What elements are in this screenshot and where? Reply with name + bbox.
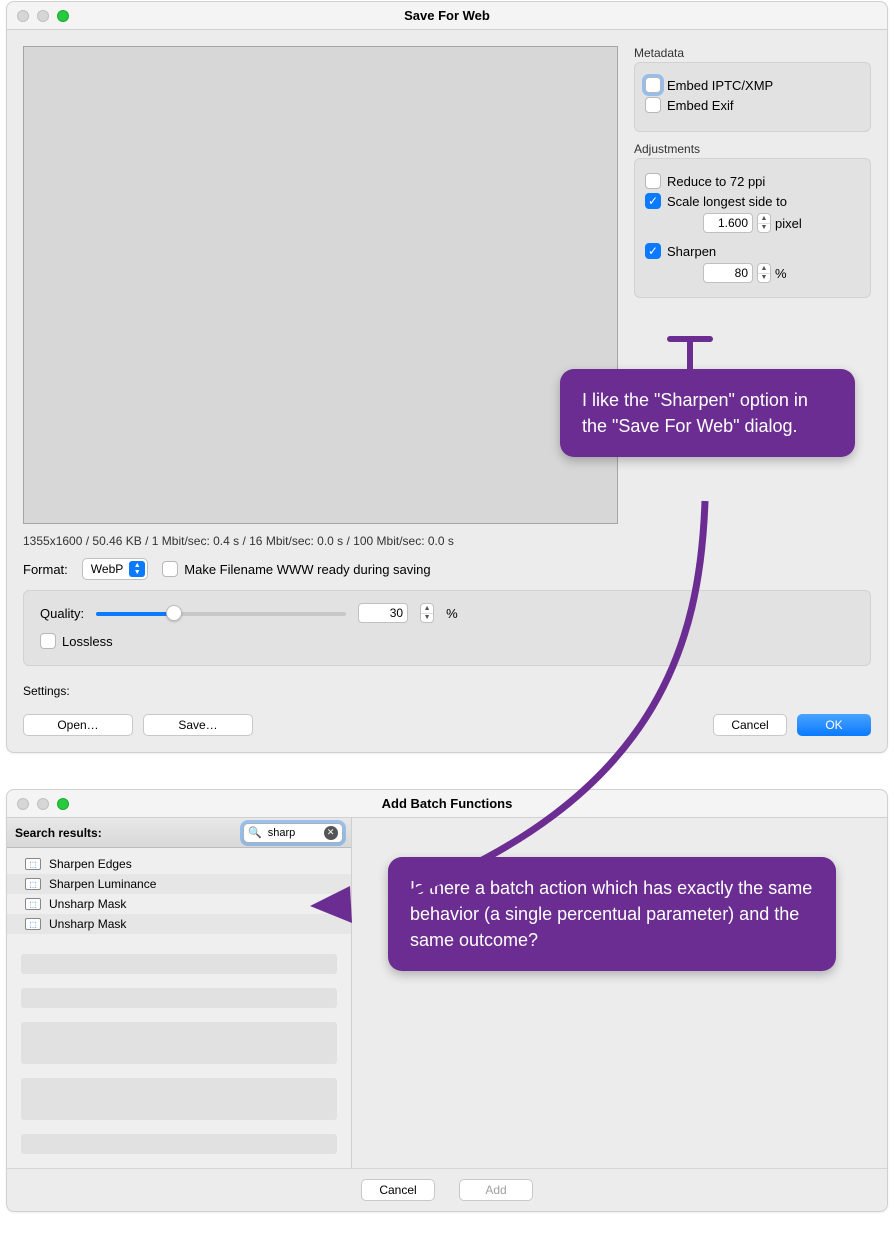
add-batch-functions-window: Add Batch Functions Search results: 🔍 ✕ … <box>6 789 888 1212</box>
placeholder <box>21 988 337 1008</box>
action-icon: ⬚ <box>25 858 41 870</box>
add-button[interactable]: Add <box>459 1179 533 1201</box>
annotation-2: Is there a batch action which has exactl… <box>388 857 836 971</box>
list-item[interactable]: ⬚Sharpen Edges <box>7 854 351 874</box>
www-ready-checkbox[interactable] <box>162 561 178 577</box>
settings-label: Settings: <box>23 684 871 698</box>
scale-unit: pixel <box>775 216 802 231</box>
adjustments-panel: Reduce to 72 ppi ✓ Scale longest side to… <box>634 158 871 298</box>
quality-stepper[interactable]: ▲▼ <box>420 603 434 623</box>
quality-unit: % <box>446 606 458 621</box>
close-traffic-light[interactable] <box>17 798 29 810</box>
embed-iptc-checkbox[interactable] <box>645 77 661 93</box>
sharpen-input[interactable] <box>703 263 753 283</box>
titlebar-2: Add Batch Functions <box>7 790 887 818</box>
quality-panel: Quality: ▲▼ % Lossless <box>23 590 871 666</box>
annotation-1: I like the "Sharpen" option in the "Save… <box>560 369 855 457</box>
minimize-traffic-light[interactable] <box>37 10 49 22</box>
sharpen-unit: % <box>775 266 787 281</box>
placeholder <box>21 954 337 974</box>
embed-iptc-label: Embed IPTC/XMP <box>667 78 773 93</box>
search-results-label: Search results: <box>15 826 102 840</box>
embed-exif-label: Embed Exif <box>667 98 733 113</box>
sharpen-checkbox[interactable]: ✓ <box>645 243 661 259</box>
results-list: ⬚Sharpen Edges ⬚Sharpen Luminance ⬚Unsha… <box>7 848 351 940</box>
placeholder <box>21 1022 337 1064</box>
close-traffic-light[interactable] <box>17 10 29 22</box>
image-info: 1355x1600 / 50.46 KB / 1 Mbit/sec: 0.4 s… <box>23 534 871 548</box>
window-title-2: Add Batch Functions <box>7 796 887 811</box>
cancel-button-2[interactable]: Cancel <box>361 1179 435 1201</box>
quality-input[interactable] <box>358 603 408 623</box>
scale-stepper[interactable]: ▲▼ <box>757 213 771 233</box>
sharpen-stepper[interactable]: ▲▼ <box>757 263 771 283</box>
cancel-button[interactable]: Cancel <box>713 714 787 736</box>
action-icon: ⬚ <box>25 898 41 910</box>
placeholder <box>21 1078 337 1120</box>
clear-icon[interactable]: ✕ <box>324 826 338 840</box>
action-icon: ⬚ <box>25 918 41 930</box>
reduce-ppi-checkbox[interactable] <box>645 173 661 189</box>
format-value: WebP <box>91 562 123 576</box>
titlebar: Save For Web <box>7 2 887 30</box>
search-input-wrap[interactable]: 🔍 ✕ <box>243 823 343 843</box>
lossless-label: Lossless <box>62 634 113 649</box>
www-ready-label: Make Filename WWW ready during saving <box>184 562 430 577</box>
embed-exif-checkbox[interactable] <box>645 97 661 113</box>
metadata-label: Metadata <box>634 46 871 60</box>
placeholder <box>21 1134 337 1154</box>
sidebar: Search results: 🔍 ✕ ⬚Sharpen Edges ⬚Shar… <box>7 818 352 1168</box>
window-title: Save For Web <box>7 8 887 23</box>
scale-input[interactable] <box>703 213 753 233</box>
list-item[interactable]: ⬚Unsharp Mask <box>7 914 351 934</box>
reduce-ppi-label: Reduce to 72 ppi <box>667 174 765 189</box>
format-select[interactable]: WebP ▲▼ <box>82 558 148 580</box>
minimize-traffic-light[interactable] <box>37 798 49 810</box>
quality-slider[interactable] <box>96 603 346 623</box>
zoom-traffic-light[interactable] <box>57 798 69 810</box>
search-icon: 🔍 <box>248 826 262 839</box>
image-preview <box>23 46 618 524</box>
lossless-checkbox[interactable] <box>40 633 56 649</box>
action-icon: ⬚ <box>25 878 41 890</box>
list-item[interactable]: ⬚Sharpen Luminance <box>7 874 351 894</box>
search-input[interactable] <box>266 826 320 840</box>
save-button[interactable]: Save… <box>143 714 253 736</box>
scale-label: Scale longest side to <box>667 194 787 209</box>
zoom-traffic-light[interactable] <box>57 10 69 22</box>
open-button[interactable]: Open… <box>23 714 133 736</box>
sharpen-label: Sharpen <box>667 244 716 259</box>
format-label: Format: <box>23 562 68 577</box>
list-item[interactable]: ⬚Unsharp Mask <box>7 894 351 914</box>
adjustments-label: Adjustments <box>634 142 871 156</box>
metadata-panel: Embed IPTC/XMP Embed Exif <box>634 62 871 132</box>
quality-label: Quality: <box>40 606 84 621</box>
scale-checkbox[interactable]: ✓ <box>645 193 661 209</box>
ok-button[interactable]: OK <box>797 714 871 736</box>
